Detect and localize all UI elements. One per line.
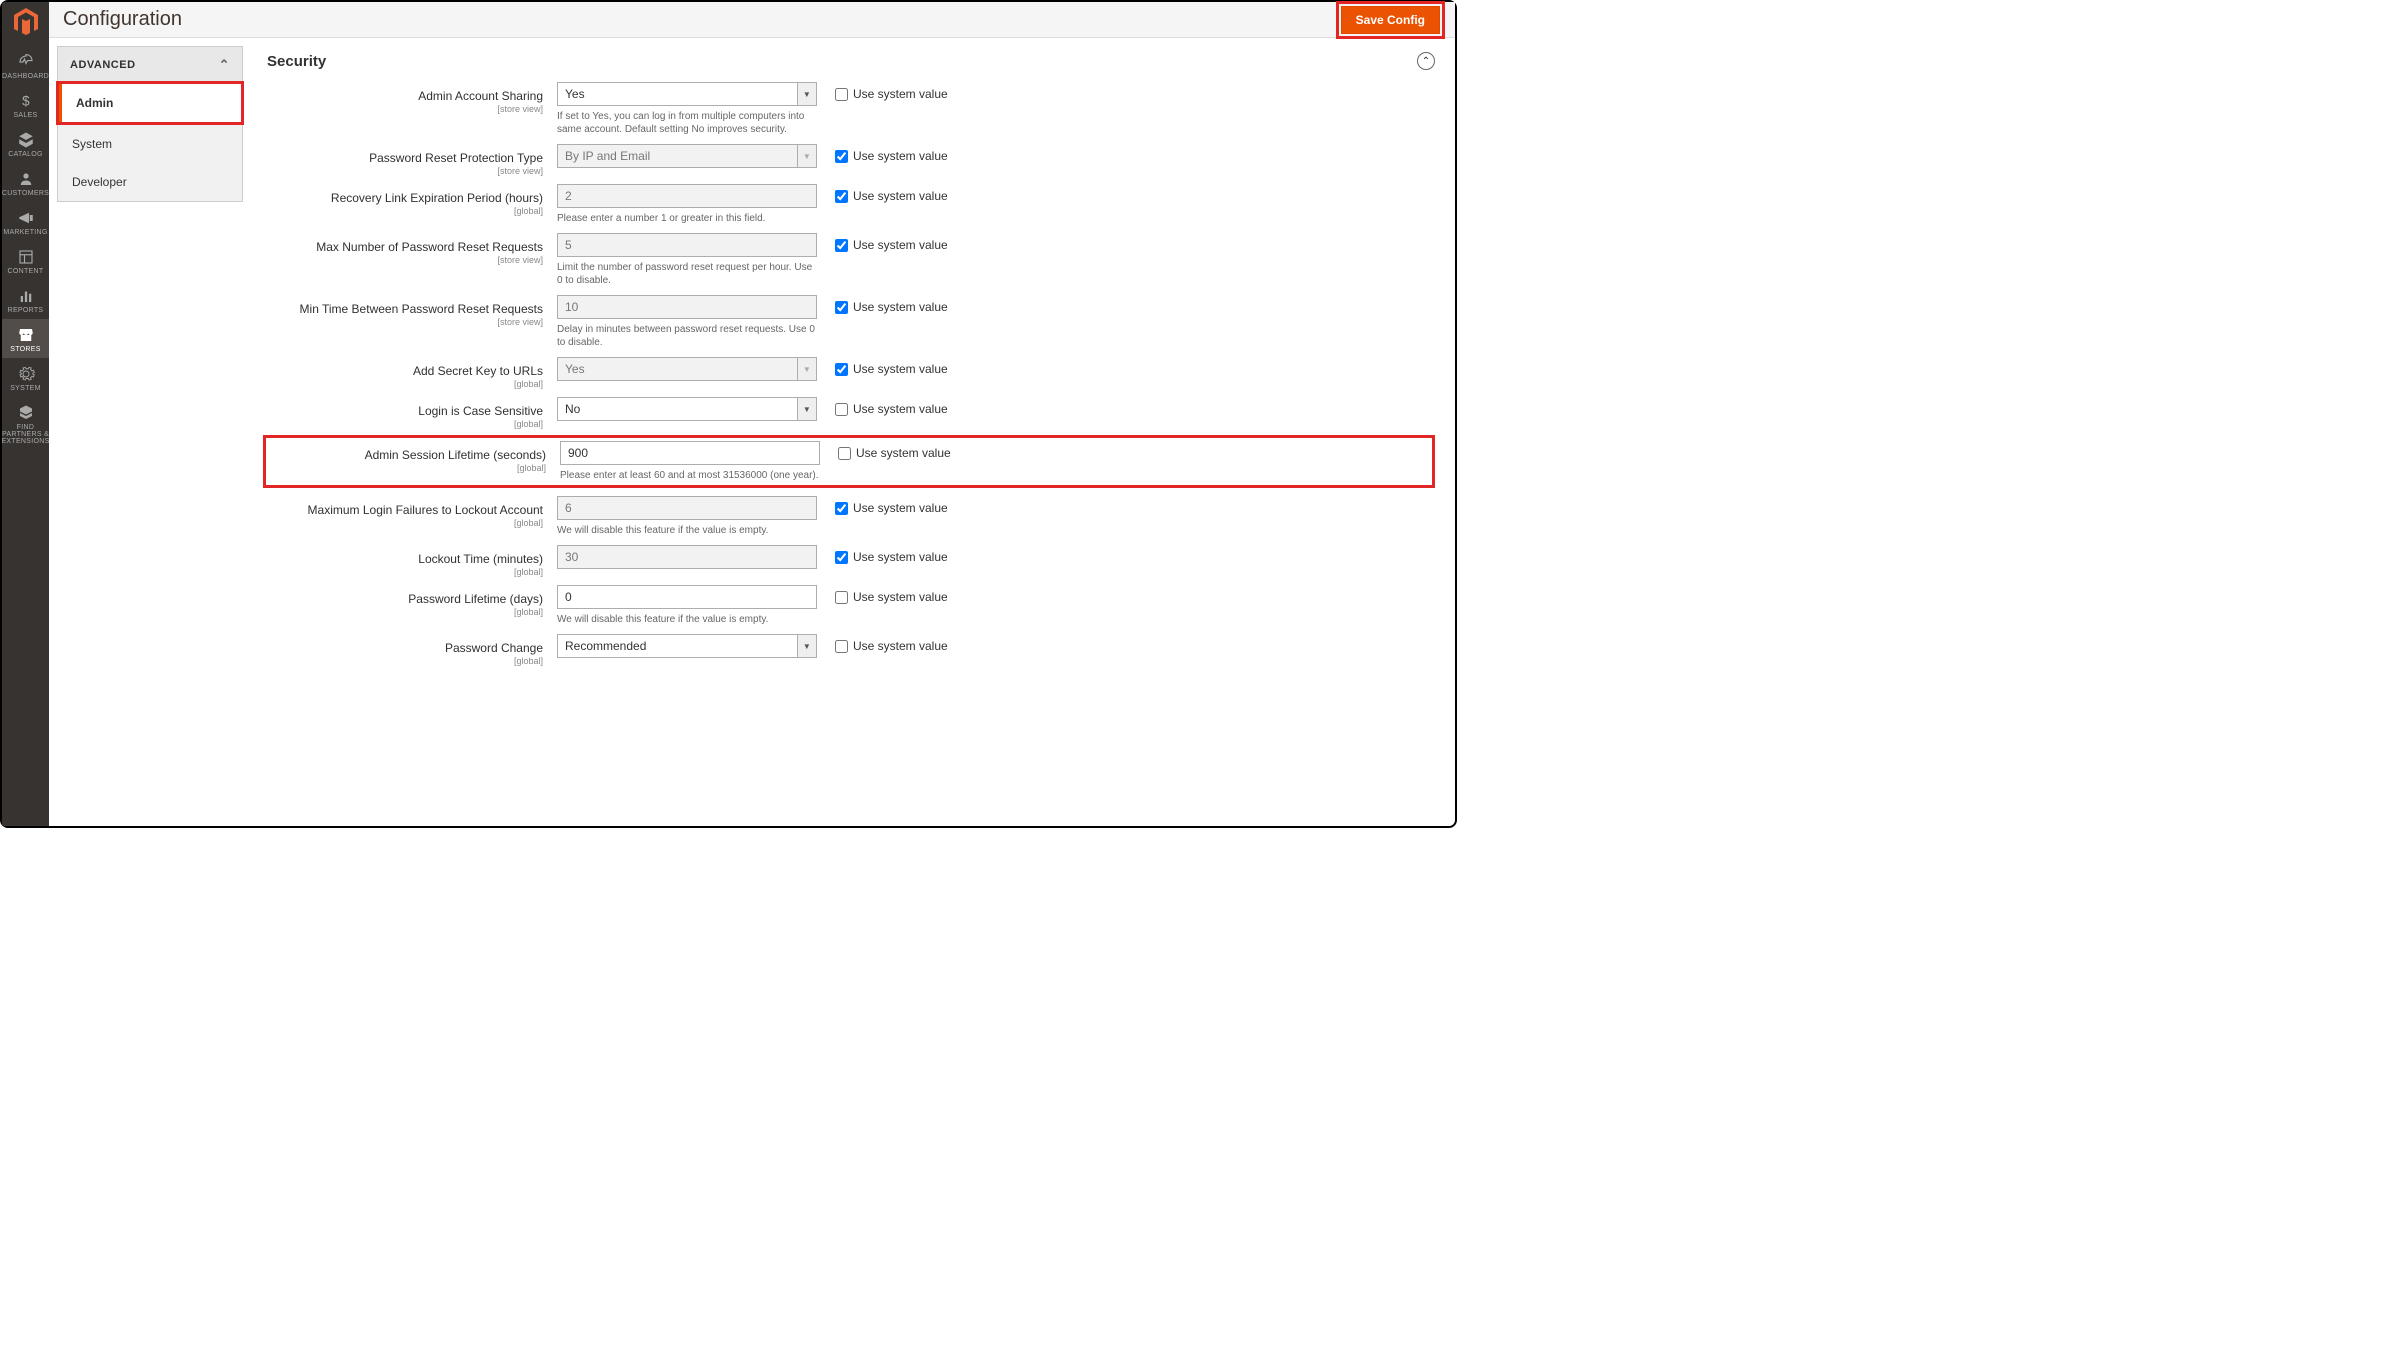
- case-sensitive-select[interactable]: [557, 397, 797, 421]
- section-title: Security: [267, 53, 326, 70]
- config-nav: ADVANCED ⌃ Admin System Developer: [49, 38, 243, 826]
- section-head: Security ⌃: [267, 48, 1435, 80]
- session-lifetime-input[interactable]: [560, 441, 820, 465]
- row-max-login-failures: Maximum Login Failures to Lockout Accoun…: [267, 494, 1435, 539]
- row-password-reset-protection: Password Reset Protection Type[store vie…: [267, 142, 1435, 178]
- config-nav-admin[interactable]: Admin: [59, 84, 241, 122]
- content: ADVANCED ⌃ Admin System Developer Securi…: [49, 38, 1455, 826]
- use-system-recovery[interactable]: Use system value: [817, 184, 948, 203]
- min-time-reset-input: [557, 295, 817, 319]
- row-max-reset-requests: Max Number of Password Reset Requests[st…: [267, 231, 1435, 289]
- row-secret-key: Add Secret Key to URLs[global] ▼ Use sys…: [267, 355, 1435, 391]
- max-login-failures-input: [557, 496, 817, 520]
- magento-logo-icon: [10, 6, 42, 38]
- password-lifetime-input[interactable]: [557, 585, 817, 609]
- row-recovery-link-expiration: Recovery Link Expiration Period (hours)[…: [267, 182, 1435, 227]
- row-admin-account-sharing: Admin Account Sharing[store view] ▼ If s…: [267, 80, 1435, 138]
- save-config-button[interactable]: Save Config: [1341, 6, 1440, 34]
- row-password-change: Password Change[global] ▼ Use system val…: [267, 632, 1435, 668]
- chevron-up-icon: ⌃: [219, 57, 230, 73]
- use-system-pwdchange[interactable]: Use system value: [817, 634, 948, 653]
- password-reset-protection-select: [557, 144, 797, 168]
- admin-account-sharing-select[interactable]: [557, 82, 797, 106]
- admin-highlight: Admin: [56, 81, 244, 125]
- lockout-time-input: [557, 545, 817, 569]
- save-highlight: Save Config: [1336, 1, 1445, 39]
- dropdown-icon[interactable]: ▼: [797, 82, 817, 106]
- use-system-mintime[interactable]: Use system value: [817, 295, 948, 314]
- collapse-section-icon[interactable]: ⌃: [1417, 52, 1435, 70]
- row-min-time-reset: Min Time Between Password Reset Requests…: [267, 293, 1435, 351]
- nav-customers[interactable]: CUSTOMERS: [2, 163, 49, 202]
- nav-marketing[interactable]: MARKETING: [2, 202, 49, 241]
- dropdown-icon[interactable]: ▼: [797, 397, 817, 421]
- use-system-prottype[interactable]: Use system value: [817, 144, 948, 163]
- page-title: Configuration: [63, 8, 182, 31]
- use-system-sharing[interactable]: Use system value: [817, 82, 948, 101]
- use-system-locktime[interactable]: Use system value: [817, 545, 948, 564]
- use-system-secretkey[interactable]: Use system value: [817, 357, 948, 376]
- admin-sidebar: DASHBOARD $SALES CATALOG CUSTOMERS MARKE…: [2, 2, 49, 826]
- secret-key-select: [557, 357, 797, 381]
- recovery-link-expiration-input: [557, 184, 817, 208]
- nav-partners[interactable]: FIND PARTNERS & EXTENSIONS: [2, 397, 49, 450]
- config-nav-developer[interactable]: Developer: [58, 163, 242, 201]
- nav-sales[interactable]: $SALES: [2, 85, 49, 124]
- use-system-maxreq[interactable]: Use system value: [817, 233, 948, 252]
- main-panel: Security ⌃ Admin Account Sharing[store v…: [243, 38, 1455, 826]
- svg-text:$: $: [22, 94, 30, 109]
- password-change-select[interactable]: [557, 634, 797, 658]
- nav-section-advanced: ADVANCED ⌃ Admin System Developer: [57, 46, 243, 202]
- nav-stores[interactable]: STORES: [2, 319, 49, 358]
- use-system-pwdlife[interactable]: Use system value: [817, 585, 948, 604]
- row-password-lifetime: Password Lifetime (days)[global] We will…: [267, 583, 1435, 628]
- dropdown-icon: ▼: [797, 357, 817, 381]
- row-session-lifetime: Admin Session Lifetime (seconds)[global]…: [263, 435, 1435, 488]
- row-case-sensitive: Login is Case Sensitive[global] ▼ Use sy…: [267, 395, 1435, 431]
- use-system-casesens[interactable]: Use system value: [817, 397, 948, 416]
- dropdown-icon[interactable]: ▼: [797, 634, 817, 658]
- nav-catalog[interactable]: CATALOG: [2, 124, 49, 163]
- nav-dashboard[interactable]: DASHBOARD: [2, 46, 49, 85]
- topbar: Configuration Save Config: [49, 2, 1455, 38]
- nav-section-head-advanced[interactable]: ADVANCED ⌃: [58, 47, 242, 83]
- nav-content[interactable]: CONTENT: [2, 241, 49, 280]
- nav-system[interactable]: SYSTEM: [2, 358, 49, 397]
- nav-reports[interactable]: REPORTS: [2, 280, 49, 319]
- max-reset-requests-input: [557, 233, 817, 257]
- dropdown-icon: ▼: [797, 144, 817, 168]
- use-system-session[interactable]: Use system value: [820, 441, 951, 460]
- row-lockout-time: Lockout Time (minutes)[global] Use syste…: [267, 543, 1435, 579]
- use-system-maxfail[interactable]: Use system value: [817, 496, 948, 515]
- config-nav-system[interactable]: System: [58, 125, 242, 163]
